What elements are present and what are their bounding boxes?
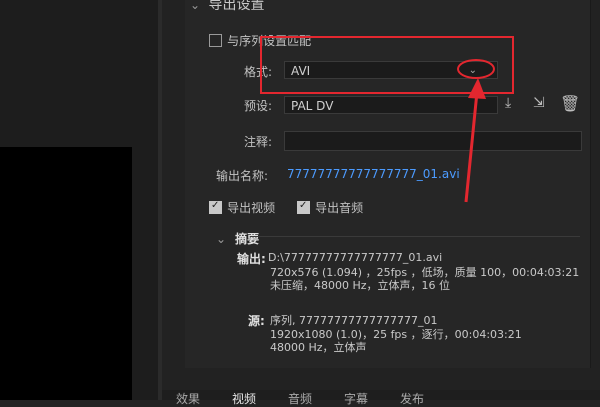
- export-audio-checkbox[interactable]: [297, 200, 310, 214]
- export-video-label: 导出视频: [227, 201, 276, 215]
- summary-output-audio: 未压缩，48000 Hz，立体声，16 位: [270, 279, 451, 292]
- summary-output-label: 输出:: [237, 252, 266, 266]
- section-title: 导出设置: [208, 0, 265, 13]
- annotation-arrow: [464, 78, 486, 203]
- tab-audio[interactable]: 音频: [288, 390, 312, 407]
- comment-label: 注释:: [244, 135, 273, 149]
- tab-publish[interactable]: 发布: [400, 390, 424, 407]
- tab-effects[interactable]: 效果: [176, 390, 200, 407]
- export-video-row[interactable]: 导出视频: [209, 197, 275, 216]
- summary-header[interactable]: ⌄ 摘要: [216, 228, 259, 247]
- output-name-label: 输出名称:: [216, 169, 269, 183]
- save-preset-icon[interactable]: ⤓: [505, 95, 511, 111]
- export-settings-header[interactable]: ⌄ 导出设置: [190, 0, 264, 14]
- summary-source-audio: 48000 Hz，立体声: [270, 341, 367, 354]
- preset-label: 预设:: [244, 99, 273, 113]
- output-name-link[interactable]: 77777777777777777_01.avi: [287, 167, 460, 181]
- export-video-checkbox[interactable]: [209, 200, 222, 214]
- preset-value: PAL DV: [291, 99, 334, 113]
- summary-title: 摘要: [235, 232, 260, 246]
- export-audio-label: 导出音频: [315, 201, 364, 215]
- export-audio-row[interactable]: 导出音频: [297, 197, 363, 216]
- video-preview: [0, 147, 132, 400]
- comment-input[interactable]: [284, 131, 582, 151]
- chevron-down-icon: ⌄: [190, 0, 201, 12]
- summary-divider: [250, 236, 580, 237]
- import-preset-icon[interactable]: ⇲: [533, 95, 545, 111]
- trash-icon[interactable]: 🗑: [560, 94, 580, 113]
- chevron-down-icon: ⌄: [216, 232, 227, 246]
- tab-video[interactable]: 视频: [232, 390, 256, 407]
- summary-source-label: 源:: [248, 314, 265, 328]
- tab-captions[interactable]: 字幕: [344, 390, 368, 407]
- tab-bar: [162, 390, 600, 400]
- summary-output-path: D:\77777777777777777_01.avi: [268, 251, 443, 264]
- match-sequence-checkbox[interactable]: [209, 34, 222, 47]
